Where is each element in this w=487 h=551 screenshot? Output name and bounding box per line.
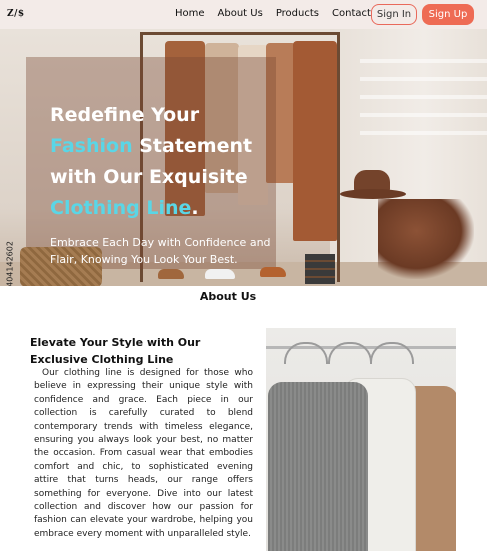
brand-logo[interactable]: Z/$ (7, 9, 25, 19)
stock-watermark: Stock | #404142602 (5, 241, 15, 286)
shoe (260, 267, 286, 277)
about-title: Elevate Your Style with Our Exclusive Cl… (30, 336, 201, 366)
grey-sweater (268, 382, 368, 551)
sign-up-button[interactable]: Sign Up (422, 4, 474, 25)
nav-link-home[interactable]: Home (175, 8, 205, 19)
sweaters-image (266, 328, 456, 551)
hero-subtitle: Embrace Each Day with Confidence and Fla… (50, 236, 271, 266)
shoe (205, 269, 235, 279)
hero-banner: Redefine Your Fashion Statement with Our … (0, 29, 487, 286)
nav-link-about-us[interactable]: About Us (218, 8, 263, 19)
hero-title-accent: Clothing Line (50, 197, 192, 219)
hero-title-accent: Fashion (50, 135, 133, 157)
sign-in-button[interactable]: Sign In (371, 4, 417, 25)
driftwood-decor (378, 199, 474, 279)
shoe (158, 269, 184, 279)
about-heading: About Us (199, 290, 257, 303)
nav-link-products[interactable]: Products (276, 8, 319, 19)
book-stack (305, 254, 335, 284)
about-description: Our clothing line is designed for those … (34, 368, 253, 539)
hero-title: Redefine Your Fashion Statement with Our … (50, 104, 253, 219)
hanging-long-coat (293, 41, 337, 241)
clothing-rack (140, 32, 340, 35)
top-navbar: Z/$ Home About Us Products Contact Us Si… (0, 0, 487, 29)
nav-links: Home About Us Products Contact Us (175, 8, 400, 19)
